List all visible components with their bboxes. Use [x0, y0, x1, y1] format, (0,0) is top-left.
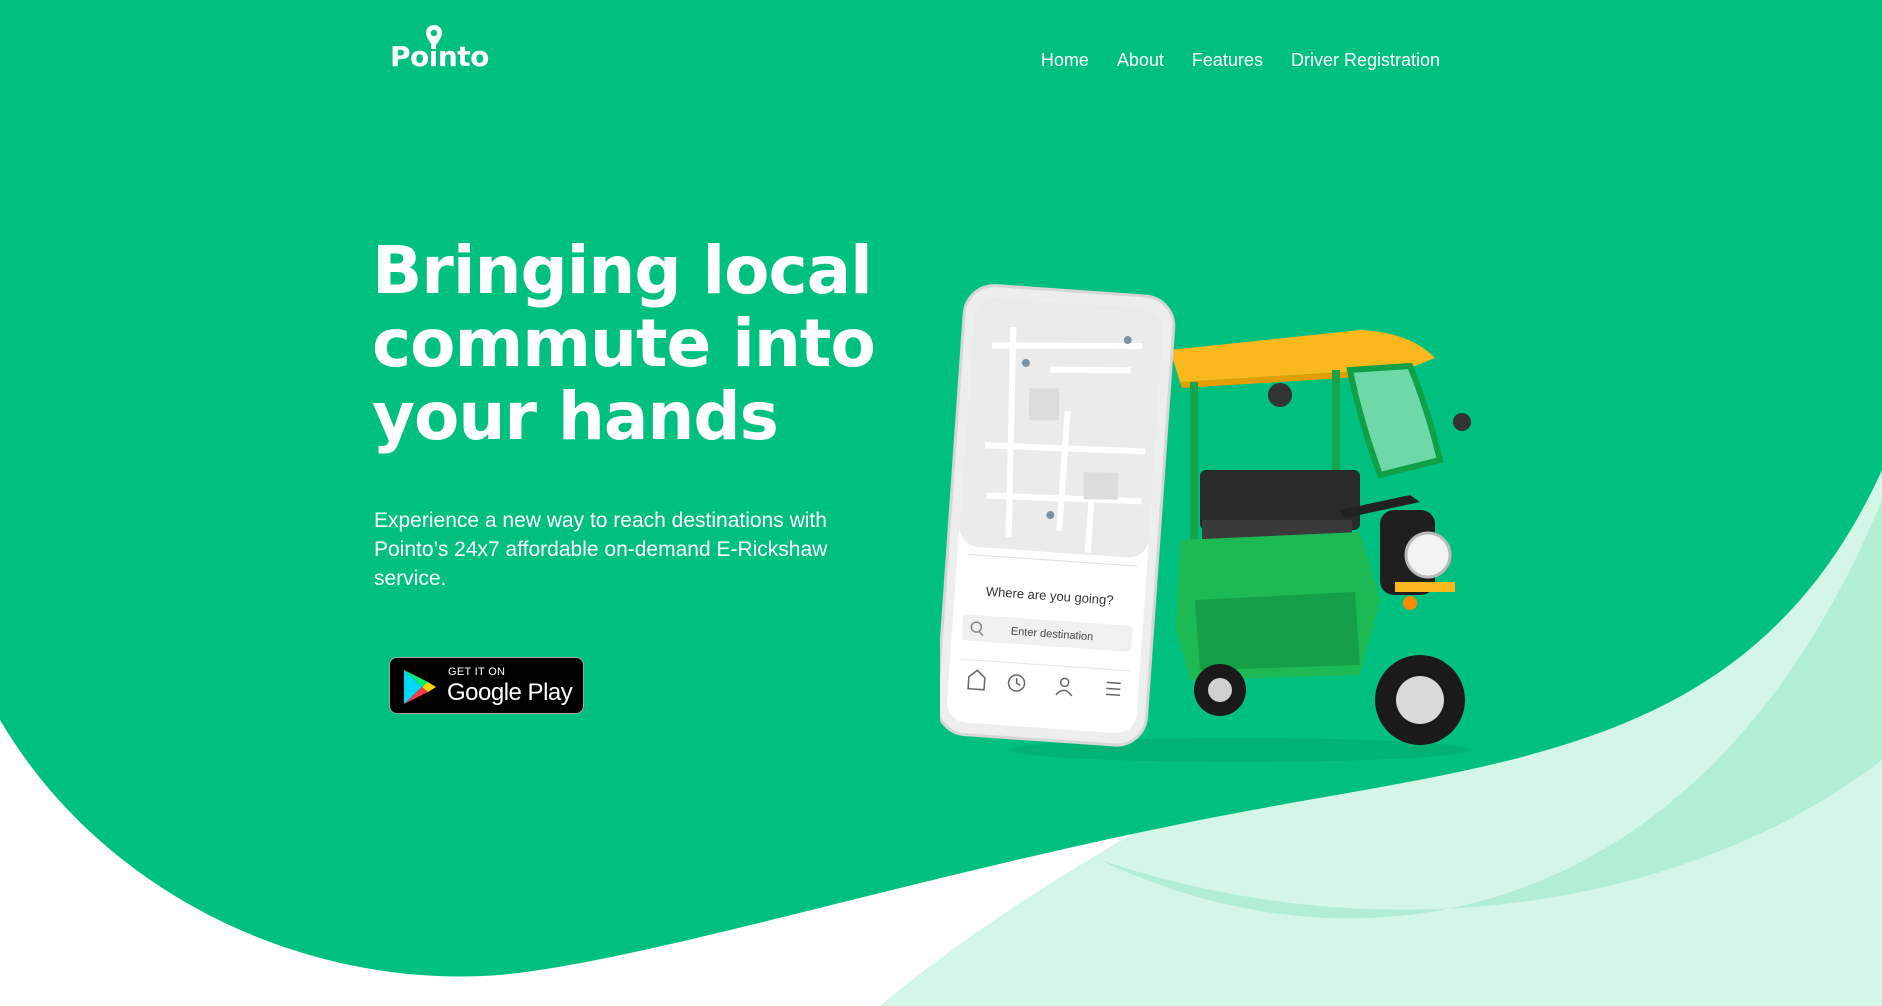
- hero-illustration: Where are you going? Enter destination: [940, 284, 1471, 762]
- hero-headline: Bringing local commute into your hands: [372, 232, 876, 455]
- google-play-small-text: GET IT ON: [448, 666, 506, 678]
- google-play-icon: [404, 670, 436, 704]
- main-nav: Home About Features Driver Registration: [1041, 50, 1440, 71]
- brand-name: Pointo: [390, 40, 489, 73]
- brand-logo[interactable]: Pointo: [390, 24, 500, 73]
- google-play-button[interactable]: GET IT ON Google Play: [389, 657, 584, 714]
- google-play-big-text: Google Play: [447, 679, 573, 706]
- nav-driver-registration[interactable]: Driver Registration: [1291, 50, 1440, 71]
- nav-home[interactable]: Home: [1041, 50, 1089, 71]
- hero-subtext: Experience a new way to reach destinatio…: [374, 509, 828, 590]
- nav-about[interactable]: About: [1117, 50, 1164, 71]
- phone-mockup: Where are you going? Enter destination: [940, 284, 1176, 747]
- nav-features[interactable]: Features: [1192, 50, 1263, 71]
